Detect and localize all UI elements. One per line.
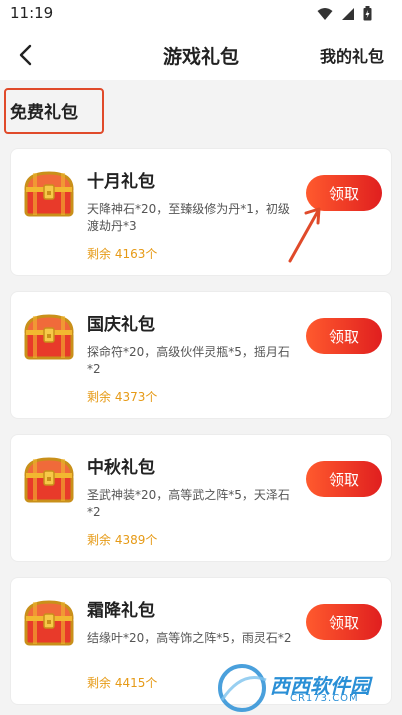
status-icons: [317, 6, 372, 21]
gift-desc: 探命符*20，高级伙伴灵瓶*5，摇月石*2: [87, 345, 290, 376]
gift-card: 十月礼包 天降神石*20，至臻级修为丹*1，初级渡劫丹*3 剩余 4163个 领…: [10, 148, 392, 276]
gift-desc: 天降神石*20，至臻级修为丹*1，初级渡劫丹*3: [87, 202, 290, 233]
gift-card: 国庆礼包 探命符*20，高级伙伴灵瓶*5，摇月石*2 剩余 4373个 领取: [10, 291, 392, 419]
nav-bar: 游戏礼包 我的礼包: [0, 30, 402, 80]
my-gifts-link[interactable]: 我的礼包: [320, 43, 384, 67]
watermark-url: CR173.COM: [290, 693, 359, 704]
treasure-chest-icon: [24, 457, 74, 503]
gift-name: 十月礼包: [87, 172, 155, 192]
gift-name: 国庆礼包: [87, 315, 155, 335]
annotation-arrow-icon: [288, 207, 321, 263]
back-button[interactable]: [10, 40, 40, 70]
section-title: 免费礼包: [10, 103, 78, 123]
gift-remain: 剩余 4389个: [87, 533, 158, 547]
gift-name: 霜降礼包: [87, 601, 155, 621]
chevron-left-icon: [19, 44, 32, 66]
gift-remain: 剩余 4373个: [87, 390, 158, 404]
treasure-chest-icon: [24, 314, 74, 360]
battery-icon: [363, 6, 372, 21]
claim-button[interactable]: 领取: [306, 461, 382, 497]
gift-desc: 圣武神装*20，高等武之阵*5，天泽石*2: [87, 488, 290, 519]
gift-desc: 结缘叶*20，高等饰之阵*5，雨灵石*2: [87, 631, 292, 645]
wifi-icon: [317, 7, 333, 20]
gift-card: 中秋礼包 圣武神装*20，高等武之阵*5，天泽石*2 剩余 4389个 领取: [10, 434, 392, 562]
gift-remain: 剩余 4163个: [87, 247, 158, 261]
treasure-chest-icon: [24, 600, 74, 646]
claim-button[interactable]: 领取: [306, 318, 382, 354]
gift-remain: 剩余 4415个: [87, 676, 158, 690]
status-bar: 11:19: [0, 0, 402, 30]
status-time: 11:19: [10, 4, 54, 22]
gift-name: 中秋礼包: [87, 458, 155, 478]
claim-button[interactable]: 领取: [306, 604, 382, 640]
treasure-chest-icon: [24, 171, 74, 217]
signal-icon: [342, 7, 354, 20]
